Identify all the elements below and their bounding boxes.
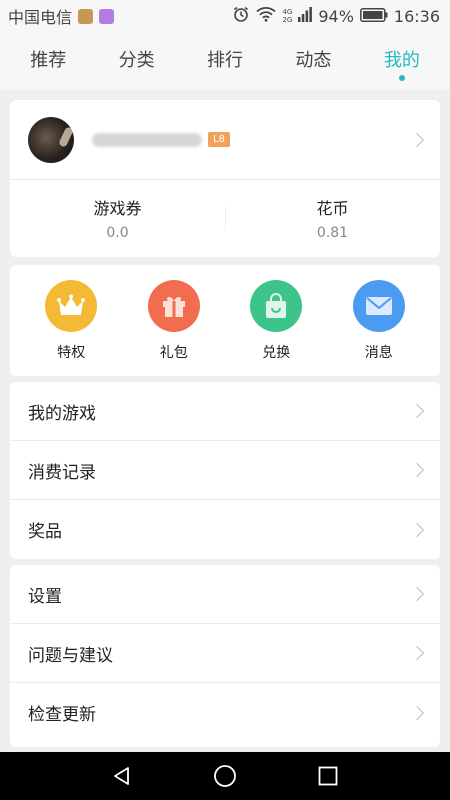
stat-divider (225, 206, 226, 230)
menu-item-label: 我的游戏 (28, 403, 96, 424)
quick-action-label: 礼包 (159, 344, 188, 361)
stat-label: 游戏券 (93, 199, 142, 218)
stat-game-coupons[interactable]: 游戏券 0.0 (10, 195, 225, 241)
carrier-label: 中国电信 (8, 8, 73, 27)
tab-categories[interactable]: 分类 (92, 32, 180, 90)
username-redacted (92, 132, 202, 147)
quick-action-messages[interactable]: 消息 (334, 279, 424, 362)
chevron-right-icon (409, 645, 425, 661)
status-left: 中国电信 (8, 4, 115, 28)
menu-item-label: 检查更新 (28, 705, 96, 725)
signal-icon (298, 6, 313, 26)
avatar (28, 116, 74, 163)
chevron-right-icon (409, 522, 425, 537)
clock-time: 16:36 (393, 6, 440, 26)
chevron-right-icon (409, 586, 425, 602)
menu-item-check-updates[interactable]: 检查更新 (10, 683, 440, 742)
status-right: 4G 2G 94% 16:36 (232, 5, 440, 27)
menu-item-my-games[interactable]: 我的游戏 (10, 382, 440, 441)
chevron-right-icon (409, 462, 425, 478)
crown-icon (45, 279, 98, 332)
quick-action-label: 特权 (57, 344, 86, 361)
envelope-icon (352, 279, 405, 332)
battery-percent: 94% (318, 6, 354, 26)
stat-label: 花币 (316, 199, 349, 218)
level-badge: L8 (208, 132, 230, 147)
menu-item-label: 消费记录 (28, 462, 96, 483)
active-tab-indicator (398, 75, 405, 81)
tab-mine[interactable]: 我的 (358, 32, 446, 90)
quick-action-label: 消息 (364, 344, 393, 361)
menu-item-settings[interactable]: 设置 (10, 565, 440, 624)
menu-item-label: 问题与建议 (28, 645, 113, 666)
profile-card: L8 游戏券 0.0 花币 0.81 (10, 100, 440, 257)
menu-item-purchase-history[interactable]: 消费记录 (10, 441, 440, 500)
back-triangle-icon (113, 767, 129, 785)
wifi-icon (256, 6, 277, 26)
recents-button[interactable] (308, 756, 348, 796)
quick-action-exchange[interactable]: 兑换 (231, 279, 321, 362)
purple-app-icon (99, 8, 115, 24)
system-nav-bar (0, 752, 450, 800)
quick-action-privilege[interactable]: 特权 (26, 279, 116, 362)
menu-item-label: 设置 (28, 586, 62, 607)
battery-icon (359, 7, 388, 26)
chevron-right-icon (409, 132, 425, 147)
tab-label: 排行 (207, 50, 244, 71)
menu-group-1: 我的游戏 消费记录 奖品 (10, 382, 440, 559)
stat-value: 0.81 (316, 225, 349, 241)
quick-actions-card: 特权 礼包 兑换 消息 (10, 265, 440, 376)
network-bottom-label: 2G (282, 16, 293, 24)
home-button[interactable] (205, 756, 245, 796)
menu-item-label: 奖品 (28, 522, 62, 542)
menu-group-2: 设置 问题与建议 检查更新 (10, 565, 440, 747)
tab-rankings[interactable]: 排行 (181, 32, 269, 90)
tab-label: 分类 (118, 50, 155, 71)
profile-row[interactable]: L8 (10, 100, 440, 180)
chevron-right-icon (409, 705, 425, 720)
quick-action-label: 兑换 (262, 344, 291, 361)
chevron-right-icon (409, 403, 425, 419)
stat-value: 0.0 (106, 225, 129, 241)
alarm-icon (232, 5, 250, 27)
recents-square-icon (318, 766, 338, 786)
gift-icon (147, 279, 200, 332)
tab-label: 推荐 (30, 50, 67, 71)
top-tab-bar: 推荐 分类 排行 动态 我的 (0, 32, 450, 90)
quick-action-gift[interactable]: 礼包 (129, 279, 219, 362)
stats-row: 游戏券 0.0 花币 0.81 (10, 180, 440, 256)
back-button[interactable] (102, 756, 142, 796)
game-app-icon (78, 8, 94, 24)
menu-item-feedback[interactable]: 问题与建议 (10, 624, 440, 683)
menu-item-prizes[interactable]: 奖品 (10, 500, 440, 559)
tab-recommend[interactable]: 推荐 (4, 32, 92, 90)
tab-activity[interactable]: 动态 (269, 32, 357, 90)
stat-flower-coins[interactable]: 花币 0.81 (225, 195, 440, 241)
status-bar: 中国电信 4G 2G 94% 16:36 (0, 0, 450, 32)
network-type-label: 4G 2G (282, 8, 292, 24)
network-top-label: 4G (282, 8, 293, 16)
tab-label: 动态 (295, 50, 332, 71)
home-circle-icon (214, 765, 236, 787)
tab-label: 我的 (383, 50, 420, 71)
shopping-bag-icon (250, 279, 303, 332)
